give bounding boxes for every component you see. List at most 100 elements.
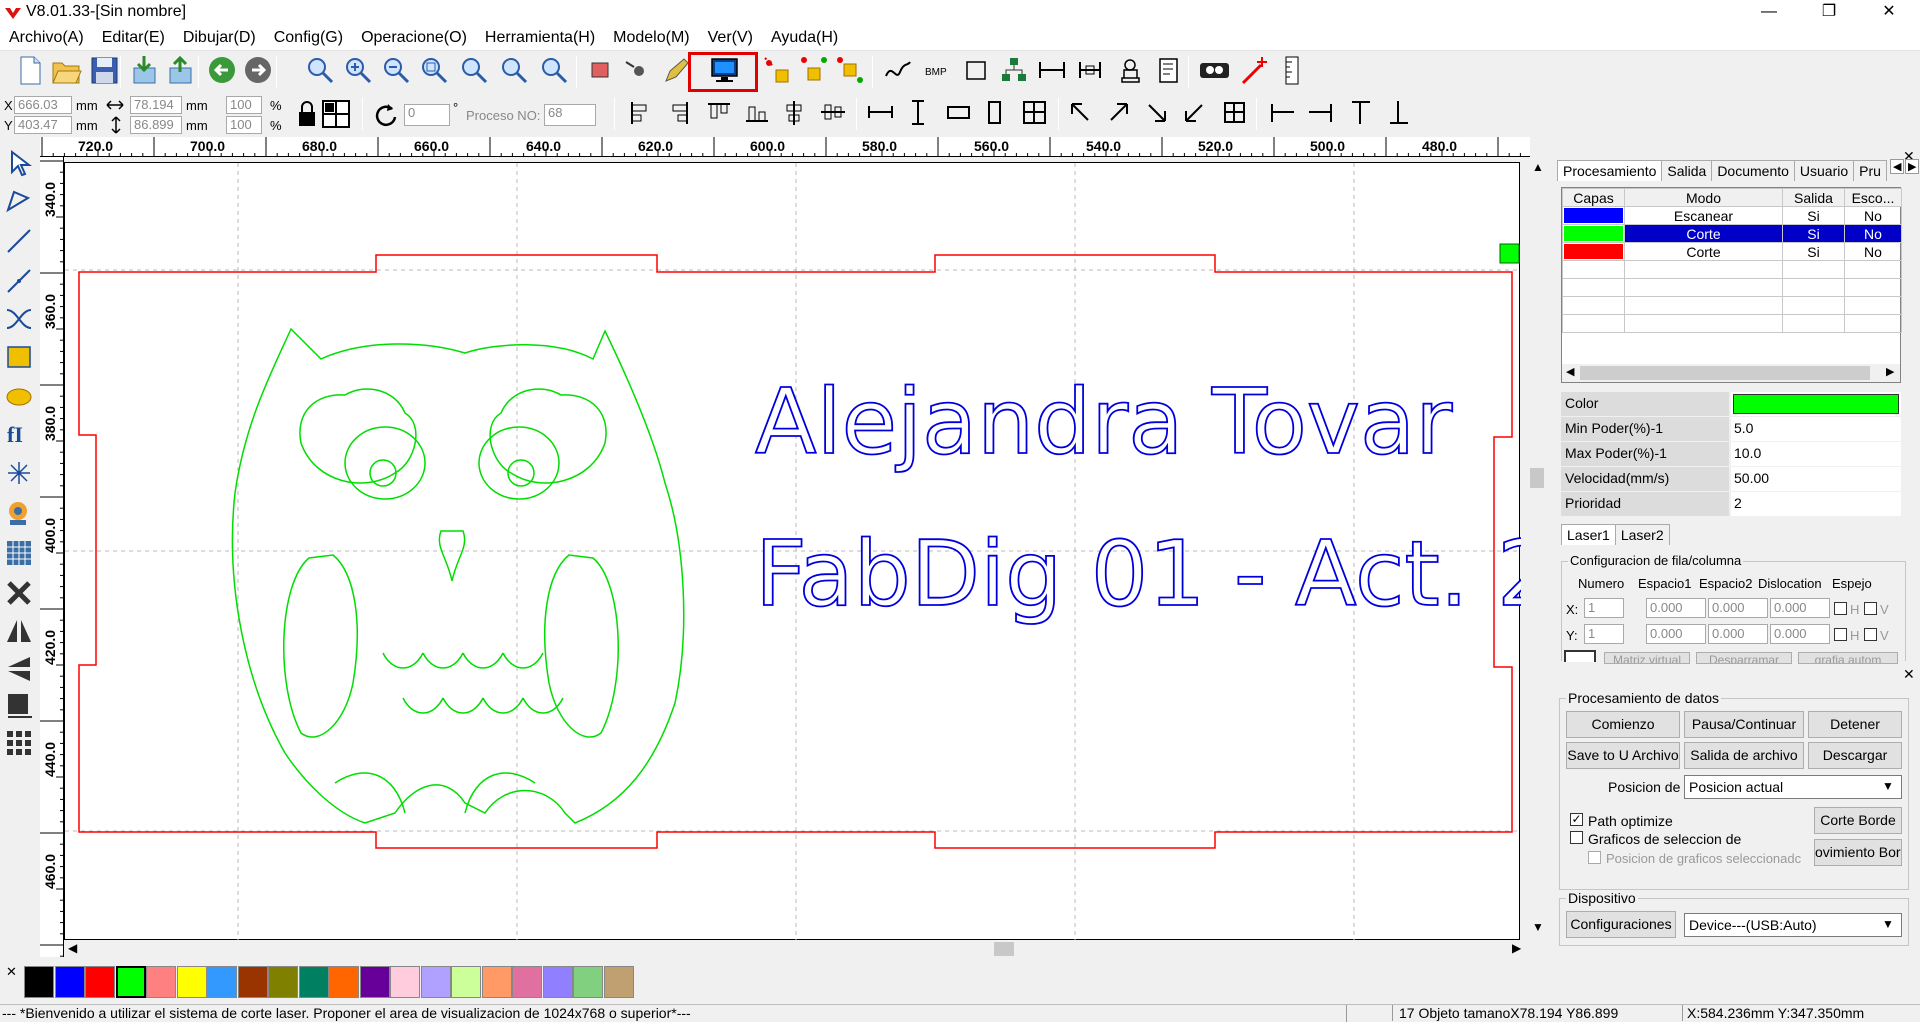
scatter-button[interactable]: Desparramar — [1696, 652, 1792, 664]
cut-border-button[interactable]: Corte Borde — [1814, 807, 1902, 834]
move-right-icon[interactable] — [1304, 96, 1337, 129]
palette-swatch[interactable] — [146, 966, 176, 998]
zoom-in-icon[interactable] — [304, 54, 337, 87]
zoom-minus-icon[interactable] — [380, 54, 413, 87]
menu-herramienta[interactable]: Herramienta(H) — [476, 26, 604, 50]
layer-hscrollbar[interactable]: ◀ ▶ — [1562, 364, 1900, 382]
palette-swatch[interactable] — [481, 966, 512, 998]
height-input[interactable]: 86.899 — [130, 116, 182, 134]
owl-drawing[interactable] — [231, 327, 685, 824]
chevron-down-icon[interactable]: ▼ — [1882, 917, 1894, 931]
prop-value[interactable]: 10.0 — [1731, 442, 1901, 466]
align-vcenter-icon[interactable] — [816, 96, 849, 129]
horizontal-scrollbar[interactable]: ◀ ▶ — [64, 940, 1528, 958]
color-value[interactable] — [1731, 392, 1901, 416]
bitmap-icon[interactable]: BMP — [922, 54, 955, 87]
proceso-input[interactable]: 68 — [544, 104, 596, 126]
tab-usuario[interactable]: Usuario — [1793, 160, 1855, 181]
palette-swatch[interactable] — [54, 966, 85, 998]
graphics-position-checkbox[interactable] — [1588, 851, 1601, 864]
palette-swatch[interactable] — [542, 966, 573, 998]
prop-value[interactable]: 5.0 — [1731, 417, 1901, 441]
curve-icon[interactable] — [882, 54, 915, 87]
array-y-dislocation[interactable]: 0.000 — [1770, 624, 1830, 644]
grid-align-icon[interactable] — [1018, 96, 1051, 129]
mirror-h-icon[interactable] — [4, 616, 34, 646]
same-size-icon[interactable] — [942, 96, 975, 129]
bezier-icon[interactable] — [4, 304, 34, 334]
x-input[interactable]: 666.03 — [14, 96, 72, 114]
mirror-v-icon[interactable] — [4, 654, 34, 684]
center-icon[interactable] — [978, 96, 1011, 129]
undo-icon[interactable] — [206, 54, 239, 87]
close-button[interactable]: ✕ — [1866, 0, 1912, 26]
scroll-thumb[interactable] — [994, 942, 1014, 956]
save-icon[interactable] — [88, 54, 121, 87]
drawing-canvas[interactable]: Alejandra Tovar FabDig 01 - Act. 2 — [64, 162, 1521, 941]
palette-swatch[interactable] — [329, 966, 359, 998]
open-file-icon[interactable] — [50, 54, 83, 87]
palette-swatch[interactable] — [420, 966, 451, 998]
zoom-all-icon[interactable] — [458, 54, 491, 87]
mirror-h-checkbox[interactable] — [1834, 628, 1847, 641]
canvas-text-line1[interactable]: Alejandra Tovar — [754, 369, 1453, 476]
chevron-down-icon[interactable]: ▼ — [1882, 779, 1894, 793]
array-grid-icon[interactable] — [1564, 650, 1596, 662]
laser-pointer-icon[interactable] — [1238, 54, 1271, 87]
move-border-button[interactable]: ovimiento Bord — [1814, 839, 1902, 866]
stop-button[interactable]: Detener — [1808, 711, 1902, 738]
lock-ratio-icon[interactable] — [296, 100, 318, 128]
prop-value[interactable]: 50.00 — [1731, 467, 1901, 491]
rotation-input[interactable]: 0 — [404, 104, 450, 126]
menu-archivo[interactable]: Archivo(A) — [0, 26, 93, 50]
palette-swatch[interactable] — [359, 966, 390, 998]
rectangle-icon[interactable] — [960, 54, 993, 87]
grid-array-icon[interactable] — [4, 538, 34, 568]
align-left-icon[interactable] — [624, 96, 657, 129]
tab-scroll-right-icon[interactable]: ▶ — [1905, 159, 1920, 174]
node-select-icon[interactable] — [4, 186, 34, 216]
measure-icon[interactable] — [1074, 54, 1107, 87]
palette-swatch[interactable] — [298, 966, 329, 998]
same-width-icon[interactable] — [864, 96, 897, 129]
layer-row[interactable]: Corte Si No — [1562, 242, 1902, 261]
layer-row[interactable]: Escanear Si No — [1562, 206, 1902, 225]
move-bottom-left-icon[interactable] — [1178, 96, 1211, 129]
laser-device-icon[interactable] — [1198, 54, 1231, 87]
download-button[interactable]: Descargar — [1808, 742, 1902, 769]
palette-swatch[interactable] — [268, 966, 298, 998]
array-y-space2[interactable]: 0.000 — [1708, 624, 1768, 644]
array-x-space1[interactable]: 0.000 — [1646, 598, 1706, 618]
palette-swatch[interactable] — [390, 966, 420, 998]
palette-swatch[interactable] — [512, 966, 542, 998]
array-x-dislocation[interactable]: 0.000 — [1770, 598, 1830, 618]
zoom-window-icon[interactable] — [418, 54, 451, 87]
scroll-down-icon[interactable]: ▼ — [1532, 920, 1544, 934]
scroll-thumb[interactable] — [1530, 468, 1544, 488]
palette-swatch[interactable] — [207, 966, 237, 998]
palette-close-icon[interactable]: ✕ — [6, 964, 17, 980]
new-file-icon[interactable] — [14, 54, 47, 87]
capture-tool-icon[interactable] — [4, 498, 34, 528]
zoom-plus-icon[interactable] — [342, 54, 375, 87]
virtual-matrix-button[interactable]: Matriz virtual — [1604, 652, 1690, 664]
polyline-icon[interactable] — [4, 266, 34, 296]
scroll-left-icon[interactable]: ◀ — [68, 941, 77, 955]
scroll-up-icon[interactable]: ▲ — [1532, 160, 1544, 174]
mirror-v-checkbox[interactable] — [1864, 628, 1877, 641]
array-y-space1[interactable]: 0.000 — [1646, 624, 1706, 644]
select-arrow-icon[interactable] — [4, 148, 34, 178]
zoom-page-icon[interactable] — [498, 54, 531, 87]
layer-row-selected[interactable]: Corte Si No — [1562, 224, 1902, 243]
array-x-space2[interactable]: 0.000 — [1708, 598, 1768, 618]
anchor-grid-icon[interactable] — [322, 100, 350, 128]
tab-laser1[interactable]: Laser1 — [1561, 524, 1616, 545]
col-modo[interactable]: Modo — [1624, 188, 1783, 207]
tree-icon[interactable] — [998, 54, 1031, 87]
palette-swatch[interactable] — [237, 966, 268, 998]
prop-value[interactable]: 2 — [1731, 492, 1901, 516]
col-capas[interactable]: Capas — [1562, 188, 1625, 207]
device-select[interactable]: Device---(USB:Auto) — [1684, 913, 1902, 937]
vertical-scrollbar[interactable]: ▲ ▼ — [1528, 158, 1546, 940]
rectangle-tool-icon[interactable] — [4, 342, 34, 372]
